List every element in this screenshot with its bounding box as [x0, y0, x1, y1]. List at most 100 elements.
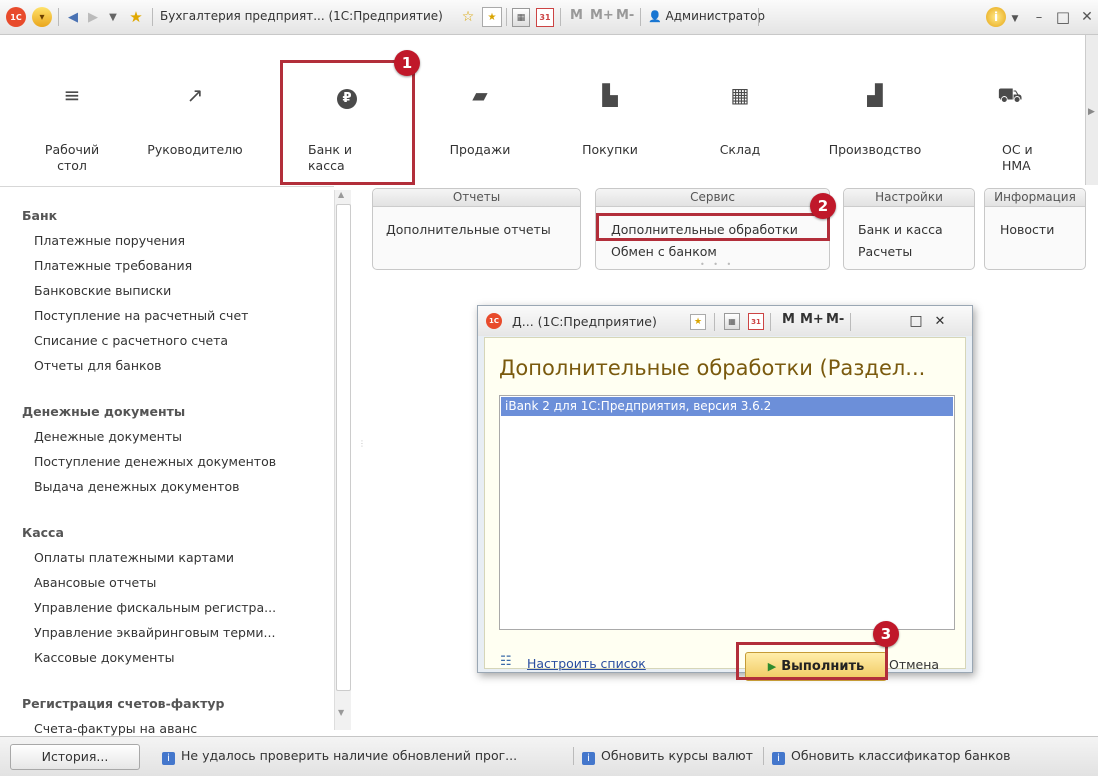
calculator-icon[interactable]: ▦: [512, 8, 530, 27]
trend-icon: ↗: [186, 83, 204, 107]
highlight-bank-cash: [280, 60, 415, 185]
list-item[interactable]: iBank 2 для 1С:Предприятия, версия 3.6.2: [501, 397, 953, 416]
processing-list[interactable]: iBank 2 для 1С:Предприятия, версия 3.6.2: [499, 395, 955, 630]
calculator-icon[interactable]: ▦: [724, 313, 740, 330]
navigation-scrollbar[interactable]: ▲ ▼: [334, 190, 351, 730]
nav-item-payment-orders[interactable]: Платежные поручения: [34, 233, 185, 248]
command-bank-exchange[interactable]: Обмен с банком: [611, 244, 717, 259]
favorites-star-icon[interactable]: ★: [126, 7, 146, 27]
favorites-list-icon[interactable]: ★: [482, 7, 502, 27]
section-label: ОС и НМА: [1002, 142, 1033, 173]
dialog-body: Дополнительные обработки (Раздел... iBan…: [484, 337, 966, 681]
nav-item-fiscal-register[interactable]: Управление фискальным регистра...: [34, 600, 276, 615]
maximize-button[interactable]: □: [1052, 7, 1074, 27]
more-dots-icon[interactable]: • • •: [700, 260, 734, 269]
logo-1c-icon[interactable]: 1С: [6, 7, 26, 27]
command-settings-bank-cash[interactable]: Банк и касса: [858, 222, 943, 237]
command-settings-settlements[interactable]: Расчеты: [858, 244, 912, 259]
calendar-icon[interactable]: 31: [748, 313, 764, 330]
additional-processing-dialog: 1С Д... (1С:Предприятие) ★ ▦ 31 M M+ M- …: [477, 305, 973, 681]
nav-item-bank-reports[interactable]: Отчеты для банков: [34, 358, 162, 373]
maximize-button[interactable]: □: [906, 311, 926, 331]
nav-item-bank-receipt[interactable]: Поступление на расчетный счет: [34, 308, 248, 323]
main-menu-icon[interactable]: ▾: [32, 7, 52, 27]
window-title: Бухгалтерия предприят... (1С:Предприятие…: [160, 9, 443, 23]
section-warehouse[interactable]: ▦ Склад: [690, 35, 790, 185]
step-badge-3: 3: [873, 621, 899, 647]
nav-group-invoices: Регистрация счетов-фактур: [22, 696, 225, 711]
nav-item-cash-documents[interactable]: Кассовые документы: [34, 650, 175, 665]
section-production[interactable]: ▟ Производство: [815, 35, 935, 185]
section-manager[interactable]: ↗ Руководителю: [140, 35, 250, 185]
title-bar: 1С ▾ ◀ ▶ ▼ ★ Бухгалтерия предприят... (1…: [0, 0, 1098, 35]
history-button[interactable]: История...: [10, 744, 140, 770]
section-label: Руководителю: [147, 142, 243, 157]
section-desktop[interactable]: ≡ Рабочий стол: [22, 35, 122, 185]
truck-icon: ⛟: [997, 83, 1023, 107]
section-sales[interactable]: ▰ Продажи: [425, 35, 535, 185]
nav-item-bank-statements[interactable]: Банковские выписки: [34, 283, 171, 298]
cancel-button[interactable]: Отмена: [889, 657, 939, 672]
info-icon[interactable]: i: [986, 7, 1006, 27]
nav-group-cash: Касса: [22, 525, 64, 540]
section-fixed-assets[interactable]: ⛟ ОС и НМА: [960, 35, 1060, 185]
favorites-list-icon[interactable]: ★: [690, 314, 706, 330]
separator: [763, 747, 764, 765]
separator: [758, 8, 759, 26]
status-message-currency[interactable]: i Обновить курсы валют: [582, 748, 753, 765]
history-dropdown-icon[interactable]: ▼: [106, 8, 120, 26]
nav-item-acquiring-terminal[interactable]: Управление эквайринговым терми...: [34, 625, 275, 640]
separator: [770, 313, 771, 331]
nav-group-money-docs: Денежные документы: [22, 404, 186, 419]
info-icon: i: [582, 752, 595, 765]
separator: [714, 313, 715, 331]
memory-m-button[interactable]: M: [570, 8, 583, 23]
highlight-run-button: [736, 642, 888, 680]
dialog-heading: Дополнительные обработки (Раздел...: [499, 356, 926, 380]
scrollbar-thumb[interactable]: [336, 204, 351, 691]
info-icon: i: [772, 752, 785, 765]
nav-item-money-docs-receipt[interactable]: Поступление денежных документов: [34, 454, 276, 469]
status-bar: История... i Не удалось проверить наличие…: [0, 736, 1098, 776]
info-dropdown-icon[interactable]: ▼: [1010, 12, 1020, 26]
warehouse-icon: ▦: [730, 83, 750, 107]
nav-item-card-payments[interactable]: Оплаты платежными картами: [34, 550, 234, 565]
user-label: Администратор: [665, 9, 766, 23]
configure-list-icon[interactable]: ☷: [500, 654, 516, 670]
memory-minus-button[interactable]: M-: [826, 312, 844, 327]
highlight-additional-processing: [596, 213, 830, 241]
nav-item-bank-writeoff[interactable]: Списание с расчетного счета: [34, 333, 228, 348]
sections-panel: ≡ Рабочий стол ↗ Руководителю ₽ Банк и к…: [0, 35, 1085, 185]
status-message-bank-classifier[interactable]: i Обновить классификатор банков: [772, 748, 1011, 765]
back-icon[interactable]: ◀: [64, 8, 82, 26]
command-additional-reports[interactable]: Дополнительные отчеты: [386, 222, 551, 237]
status-message-updates[interactable]: i Не удалось проверить наличие обновлений…: [162, 748, 517, 765]
configure-list-link[interactable]: Настроить список: [527, 656, 646, 671]
memory-plus-button[interactable]: M+: [590, 8, 614, 23]
memory-plus-button[interactable]: M+: [800, 312, 824, 327]
add-favorite-icon[interactable]: ☆: [458, 7, 478, 27]
nav-item-money-docs-issue[interactable]: Выдача денежных документов: [34, 479, 239, 494]
scroll-up-icon[interactable]: ▲: [338, 190, 344, 199]
calendar-icon[interactable]: 31: [536, 8, 554, 27]
nav-item-advance-invoices[interactable]: Счета-фактуры на аванс: [34, 721, 197, 736]
section-purchases[interactable]: ▙ Покупки: [560, 35, 660, 185]
forward-icon[interactable]: ▶: [84, 8, 102, 26]
sections-scroll-arrow[interactable]: ▶: [1085, 35, 1098, 185]
cart-icon: ▙: [602, 83, 618, 107]
minimize-button[interactable]: –: [1028, 7, 1050, 27]
memory-minus-button[interactable]: M-: [616, 8, 634, 23]
group-header: Настройки: [844, 189, 974, 207]
nav-item-payment-requests[interactable]: Платежные требования: [34, 258, 192, 273]
nav-group-bank: Банк: [22, 208, 58, 223]
nav-item-money-docs[interactable]: Денежные документы: [34, 429, 182, 444]
logo-1c-icon[interactable]: 1С: [486, 313, 502, 329]
memory-m-button[interactable]: M: [782, 312, 795, 327]
command-news[interactable]: Новости: [1000, 222, 1054, 237]
scroll-down-icon[interactable]: ▼: [338, 708, 344, 717]
close-button[interactable]: ✕: [930, 311, 950, 331]
close-button[interactable]: ✕: [1076, 7, 1098, 27]
user-name[interactable]: 👤 Администратор: [648, 9, 765, 23]
nav-item-advance-reports[interactable]: Авансовые отчеты: [34, 575, 156, 590]
splitter-grip-icon[interactable]: ⋮: [358, 440, 366, 448]
